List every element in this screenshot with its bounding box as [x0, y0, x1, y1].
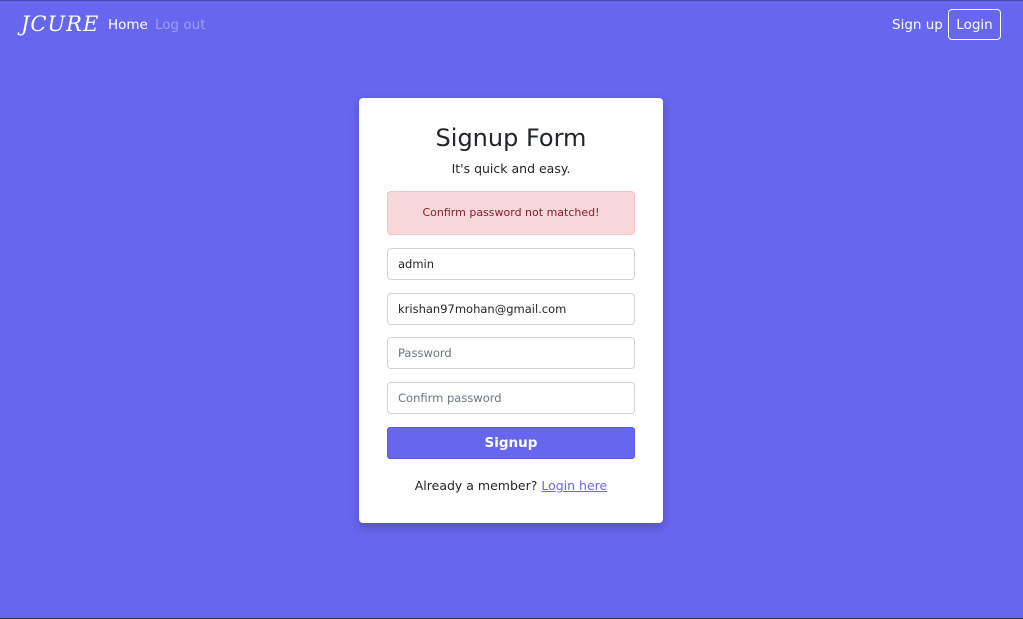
- login-prompt-text: Already a member?: [414, 478, 538, 493]
- brand-logo[interactable]: JCURE: [21, 10, 99, 38]
- nav-logout-link[interactable]: Log out: [155, 15, 206, 35]
- page: JCURE Home Log out Sign up Login Signup …: [0, 0, 1023, 619]
- form-title: Signup Form: [435, 124, 587, 152]
- signup-button[interactable]: Signup: [387, 427, 635, 459]
- email-field[interactable]: [387, 293, 635, 325]
- password-field[interactable]: [387, 337, 635, 369]
- username-field[interactable]: [387, 248, 635, 280]
- form-subtitle: It's quick and easy.: [451, 161, 571, 176]
- signup-card: Signup Form It's quick and easy. Confirm…: [359, 98, 663, 523]
- login-here-link[interactable]: Login here: [541, 478, 607, 493]
- navbar: JCURE Home Log out Sign up Login: [0, 1, 1023, 49]
- nav-home-link[interactable]: Home: [108, 15, 148, 35]
- nav-signup-link[interactable]: Sign up: [892, 15, 943, 35]
- confirm-password-field[interactable]: [387, 382, 635, 414]
- login-prompt: Already a member? Login here: [359, 477, 663, 495]
- nav-login-button[interactable]: Login: [948, 9, 1001, 40]
- error-alert: Confirm password not matched!: [387, 191, 635, 235]
